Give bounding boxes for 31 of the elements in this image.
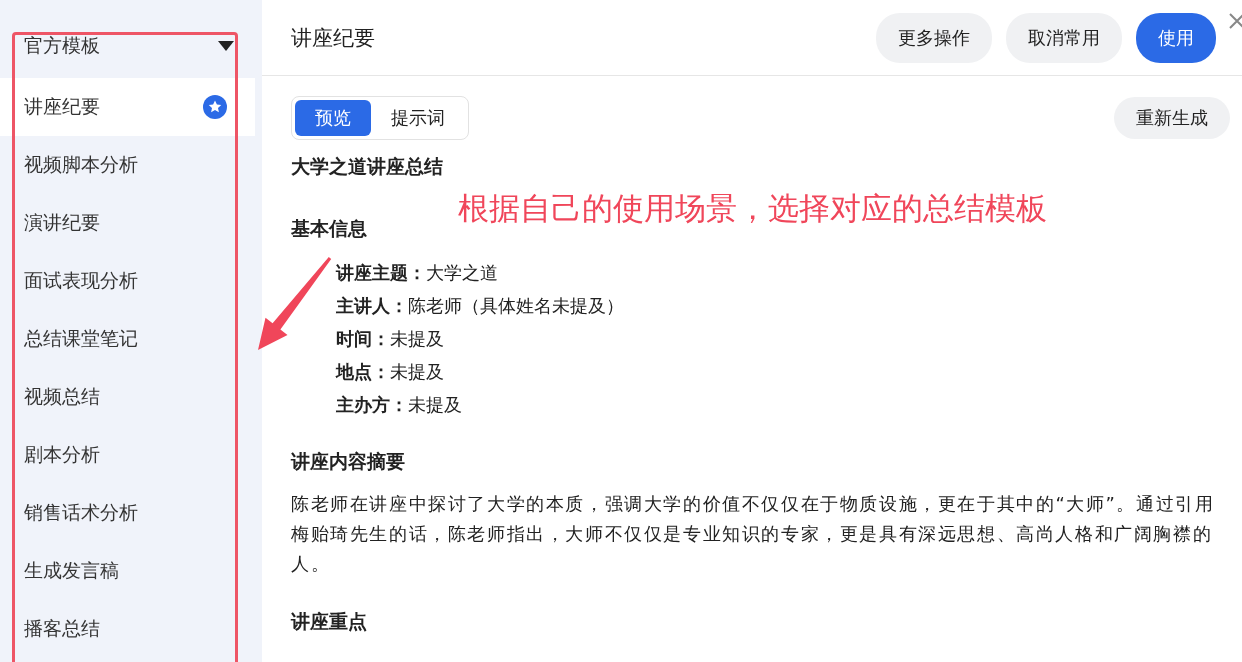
template-item[interactable]: 视频脚本分析 [0,136,255,194]
section-heading: 基本信息 [291,216,367,241]
action-button[interactable]: 取消常用 [1006,12,1122,63]
action-button[interactable]: 更多操作 [876,12,992,63]
caret-down-icon[interactable] [218,41,234,51]
template-item[interactable]: 总结课堂笔记 [0,310,255,368]
info-line: 时间：未提及 [336,327,444,351]
template-item[interactable]: 生成发言稿 [0,542,255,600]
group-label: 官方模板 [24,33,100,58]
document-title: 大学之道讲座总结 [291,154,443,179]
summary-paragraph: 陈老师在讲座中探讨了大学的本质，强调大学的价值不仅仅在于物质设施，更在于其中的“大师”。通过引用梅贻琦先生的话，陈老师指出，大师不仅仅是专业知识的专家，更是具有深远思想、高尚人格和广阔胸襟的人。 [291,492,1216,576]
section-heading: 讲座内容摘要 [291,449,405,474]
view-tab[interactable]: 提示词 [371,100,465,136]
template-item[interactable]: 面试表现分析 [0,252,255,310]
template-item[interactable]: 播客总结 [0,600,255,658]
template-item[interactable]: 剧本分析 [0,426,255,484]
info-line: 讲座主题：大学之道 [336,261,498,285]
panel-title: 讲座纪要 [291,24,375,52]
regenerate-button[interactable]: 重新生成 [1114,97,1230,139]
view-tab[interactable]: 预览 [295,100,371,136]
info-line: 地点：未提及 [336,360,444,384]
template-item[interactable]: 销售话术分析 [0,484,255,542]
template-item[interactable]: 演讲纪要 [0,194,255,252]
annotation-text: 根据自己的使用场景，选择对应的总结模板 [458,189,1047,228]
section-heading: 讲座重点 [291,609,367,634]
use-button[interactable]: 使用 [1136,12,1216,63]
template-item[interactable]: 讲座纪要 [0,78,255,136]
close-icon[interactable] [1228,12,1242,30]
info-line: 主讲人：陈老师（具体姓名未提及） [336,294,624,318]
template-item[interactable]: 视频总结 [0,368,255,426]
info-line: 主办方：未提及 [336,393,462,417]
